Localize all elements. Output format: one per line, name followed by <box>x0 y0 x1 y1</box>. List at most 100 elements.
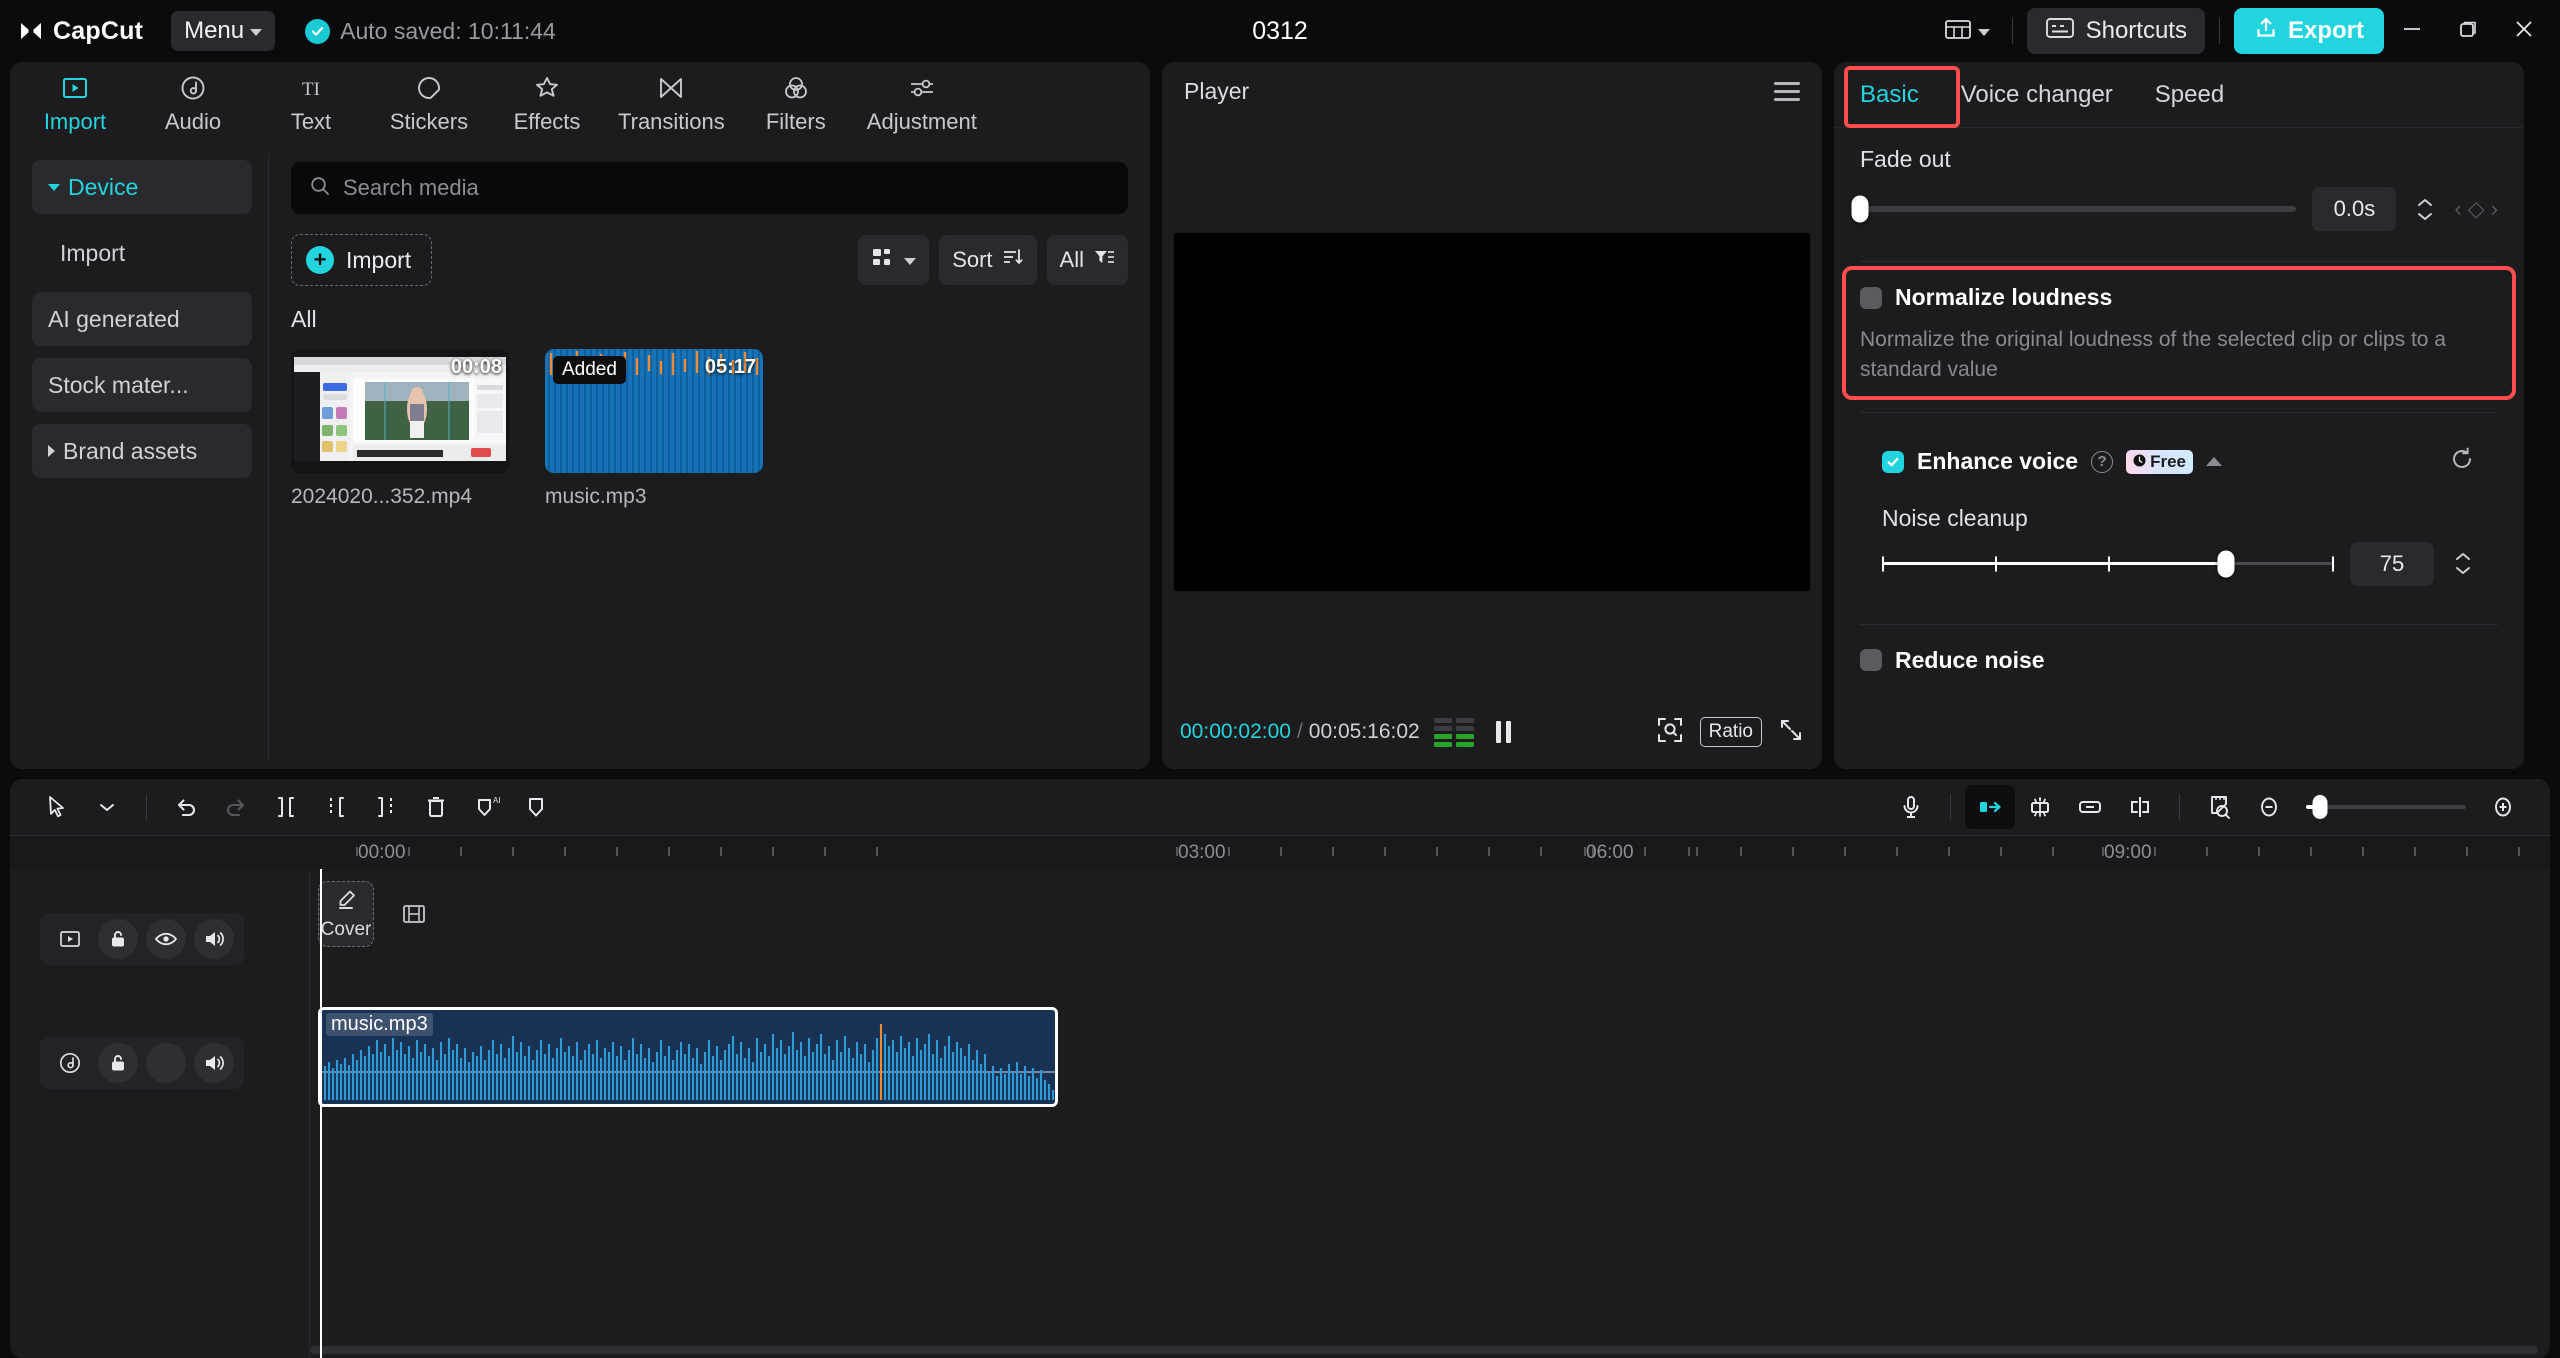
sidebar-item-import[interactable]: Import <box>32 226 252 280</box>
minimize-icon <box>2401 18 2423 45</box>
noise-cleanup-slider[interactable] <box>1882 550 2334 578</box>
microphone-icon[interactable] <box>1886 785 1936 829</box>
ai-mask-icon[interactable]: AI <box>461 785 511 829</box>
freeze-icon[interactable] <box>2015 785 2065 829</box>
undo-icon[interactable] <box>161 785 211 829</box>
layout-switch-button[interactable] <box>1936 10 1998 52</box>
menu-button[interactable]: Menu <box>171 11 276 51</box>
unlock-icon[interactable] <box>98 1043 138 1083</box>
tab-stickers[interactable]: Stickers <box>370 66 488 140</box>
audio-disc-icon[interactable] <box>50 1043 90 1083</box>
volume-icon[interactable] <box>194 919 234 959</box>
sidebar-item-device[interactable]: Device <box>32 160 252 214</box>
video-preview[interactable] <box>1174 232 1810 591</box>
menu-label: Menu <box>184 17 245 44</box>
tab-voice-changer[interactable]: Voice changer <box>1957 75 2117 115</box>
fade-out-stepper[interactable] <box>2412 198 2438 221</box>
timeline-horizontal-scrollbar[interactable] <box>310 1346 2538 1354</box>
media-item-audio[interactable]: Added 05:17 music.mp3 <box>545 349 763 509</box>
normalize-loudness-row[interactable]: Normalize loudness <box>1860 284 2498 311</box>
search-box[interactable] <box>291 162 1128 214</box>
enhance-voice-row[interactable]: Enhance voice ? Free <box>1882 445 2476 479</box>
timeline-ruler[interactable]: 00:00 03:00 06:00 09:00 <box>10 835 2550 869</box>
link-icon[interactable] <box>2065 785 2115 829</box>
tab-audio[interactable]: Audio <box>134 66 252 140</box>
slider-knob[interactable] <box>1851 195 1869 223</box>
ratio-button[interactable]: Ratio <box>1699 717 1762 747</box>
redo-icon[interactable] <box>211 785 261 829</box>
media-item-video[interactable]: 00:08 2024020...352.mp4 <box>291 349 509 509</box>
tab-effects[interactable]: Effects <box>488 66 606 140</box>
timeline-tracks[interactable]: Cover music.mp3 <box>310 869 2550 1358</box>
maximize-button[interactable] <box>2440 8 2496 54</box>
search-input[interactable] <box>343 175 1110 201</box>
close-button[interactable] <box>2496 8 2552 54</box>
audio-track-header <box>40 1037 244 1089</box>
export-button[interactable]: Export <box>2233 8 2384 54</box>
volume-icon[interactable] <box>194 1043 234 1083</box>
normalize-checkbox[interactable] <box>1860 286 1882 309</box>
unlock-icon[interactable] <box>98 919 138 959</box>
tab-transitions[interactable]: Transitions <box>606 66 737 140</box>
delete-icon[interactable] <box>411 785 461 829</box>
zoom-in-icon[interactable] <box>2478 785 2528 829</box>
reset-icon[interactable] <box>2448 445 2476 479</box>
player-menu-icon[interactable] <box>1774 81 1800 101</box>
keyframe-diamond-icon[interactable]: ◇ <box>2468 196 2485 222</box>
slider-knob[interactable] <box>2312 795 2328 819</box>
eye-icon[interactable] <box>146 919 186 959</box>
sidebar-item-stock-materials[interactable]: Stock mater... <box>32 358 252 412</box>
sidebar-item-ai-generated[interactable]: AI generated <box>32 292 252 346</box>
keyframe-next-icon[interactable]: › <box>2491 196 2498 222</box>
tab-filters[interactable]: Filters <box>737 66 855 140</box>
chevron-down-icon <box>250 29 263 36</box>
play-pause-button[interactable] <box>1495 721 1511 743</box>
shortcuts-button[interactable]: Shortcuts <box>2026 8 2205 54</box>
split-clip-icon[interactable] <box>2115 785 2165 829</box>
mirror-icon[interactable] <box>1965 785 2015 829</box>
enhance-voice-checkbox[interactable] <box>1882 450 1904 473</box>
tab-text[interactable]: TI Text <box>252 66 370 140</box>
timeline-zoom-slider[interactable] <box>2306 795 2466 819</box>
mask-icon[interactable] <box>511 785 561 829</box>
zoom-preview-icon[interactable] <box>1656 716 1684 749</box>
sort-button[interactable]: Sort <box>939 235 1037 285</box>
select-cursor-icon[interactable] <box>32 785 82 829</box>
reduce-noise-checkbox[interactable] <box>1860 649 1882 672</box>
fade-out-value[interactable]: 0.0s <box>2312 187 2397 231</box>
cover-button[interactable]: Cover <box>318 881 374 947</box>
import-media-button[interactable]: + Import <box>291 234 433 286</box>
noise-cleanup-stepper[interactable] <box>2450 552 2476 575</box>
noise-cleanup-value[interactable]: 75 <box>2350 541 2434 586</box>
fade-out-label: Fade out <box>1860 146 1951 172</box>
timeline-toolbar: AI <box>10 779 2550 835</box>
tab-speed[interactable]: Speed <box>2151 75 2228 115</box>
reduce-noise-row[interactable]: Reduce noise <box>1860 647 2498 674</box>
sidebar-item-brand-assets[interactable]: Brand assets <box>32 424 252 478</box>
collapse-chevron-up-icon[interactable] <box>2206 457 2222 467</box>
minimize-button[interactable] <box>2384 8 2440 54</box>
fade-out-slider[interactable] <box>1851 195 2297 223</box>
tab-basic[interactable]: Basic <box>1856 75 1923 115</box>
audio-clip-music[interactable]: music.mp3 <box>318 1007 1058 1107</box>
tab-import[interactable]: Import <box>16 66 134 140</box>
trim-left-icon[interactable] <box>311 785 361 829</box>
fullscreen-icon[interactable] <box>1778 717 1804 748</box>
divider <box>1860 261 2498 262</box>
keyframe-prev-icon[interactable]: ‹ <box>2454 196 2461 222</box>
trim-right-icon[interactable] <box>361 785 411 829</box>
slider-knob[interactable] <box>2217 550 2235 578</box>
help-icon[interactable]: ? <box>2091 450 2114 473</box>
playhead[interactable] <box>320 869 322 1358</box>
audio-level-meter <box>1433 717 1474 747</box>
tool-dropdown-chevron-down-icon[interactable] <box>82 785 132 829</box>
view-mode-button[interactable] <box>858 235 930 285</box>
keyframe-nav[interactable]: ‹ ◇ › <box>2454 196 2498 222</box>
filter-button[interactable]: All <box>1046 235 1128 285</box>
divider <box>1860 623 2498 625</box>
tab-adjustment[interactable]: Adjustment <box>855 66 989 140</box>
split-icon[interactable] <box>261 785 311 829</box>
ruler-icon[interactable] <box>2194 785 2244 829</box>
play-icon[interactable] <box>50 919 90 959</box>
zoom-out-icon[interactable] <box>2244 785 2294 829</box>
